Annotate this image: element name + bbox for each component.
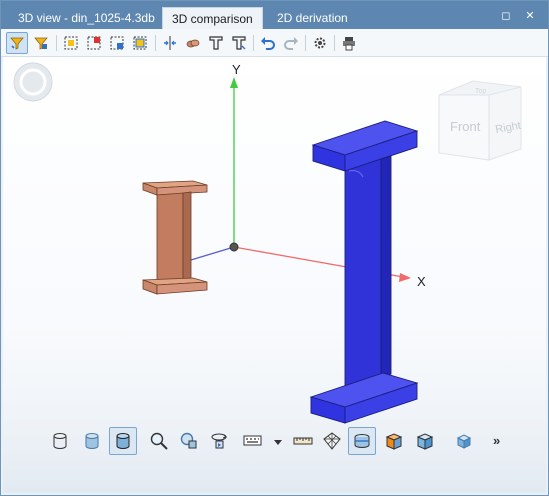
rotate-icon[interactable] <box>205 427 233 455</box>
select-box-icon[interactable] <box>60 32 82 54</box>
t-profile-icon[interactable] <box>205 32 227 54</box>
ruler-icon[interactable] <box>289 427 317 455</box>
more-tools-button[interactable]: » <box>493 433 500 448</box>
filter-icon[interactable] <box>6 32 28 54</box>
split-icon[interactable] <box>159 32 181 54</box>
cylinder-outline-icon[interactable] <box>46 427 74 455</box>
tab-3d-view[interactable]: 3D view - din_1025-4.3db <box>9 7 164 29</box>
tab-3d-comparison[interactable]: 3D comparison <box>162 7 263 29</box>
bottom-toolbar: » <box>3 427 546 463</box>
select-box-blue-icon[interactable] <box>106 32 128 54</box>
section-icon[interactable] <box>348 427 376 455</box>
blue-box-icon[interactable] <box>411 427 439 455</box>
restore-icon[interactable]: ◻ <box>498 8 514 24</box>
select-box-yellow-icon[interactable] <box>129 32 151 54</box>
plot-icon[interactable] <box>338 32 360 54</box>
toolbar <box>1 29 548 57</box>
tab-2d-derivation[interactable]: 2D derivation <box>268 7 357 29</box>
app-window: 3D view - din_1025-4.3db 3D comparison 2… <box>0 0 549 496</box>
orange-box-icon[interactable] <box>380 427 408 455</box>
axis-label-y: Y <box>232 62 241 77</box>
small-beam-model[interactable] <box>142 180 208 295</box>
cylinder-shaded-icon[interactable] <box>78 427 106 455</box>
filter-edit-icon[interactable] <box>30 32 52 54</box>
tab-bar: 3D view - din_1025-4.3db 3D comparison 2… <box>1 1 548 29</box>
mesh-icon[interactable] <box>318 427 346 455</box>
toolbar-separator <box>56 35 57 51</box>
material-icon[interactable] <box>182 32 204 54</box>
3d-viewport[interactable]: Front Right Top Y X Z <box>3 57 546 493</box>
zoom-icon[interactable] <box>145 427 173 455</box>
view-cube-top-label[interactable]: Top <box>475 88 486 95</box>
toolbar-separator <box>334 35 335 51</box>
keyboard-icon[interactable] <box>239 427 267 455</box>
small-box-icon[interactable] <box>450 427 478 455</box>
cylinder-solid-icon[interactable] <box>109 427 137 455</box>
zoom-selection-icon[interactable] <box>175 427 203 455</box>
t-profile-alt-icon[interactable] <box>228 32 250 54</box>
orbit-indicator-icon[interactable] <box>13 62 53 102</box>
undo-icon[interactable] <box>257 32 279 54</box>
view-cube[interactable]: Front Right Top <box>438 80 522 161</box>
toolbar-separator <box>253 35 254 51</box>
settings-icon[interactable] <box>309 32 331 54</box>
view-cube-front-label[interactable]: Front <box>450 119 481 134</box>
toolbar-separator <box>155 35 156 51</box>
dropdown-arrow-icon[interactable] <box>267 427 283 455</box>
redo-icon[interactable] <box>280 32 302 54</box>
close-icon[interactable]: ✕ <box>522 8 538 24</box>
toolbar-separator <box>305 35 306 51</box>
select-box-red-icon[interactable] <box>83 32 105 54</box>
axis-label-x: X <box>417 274 426 289</box>
